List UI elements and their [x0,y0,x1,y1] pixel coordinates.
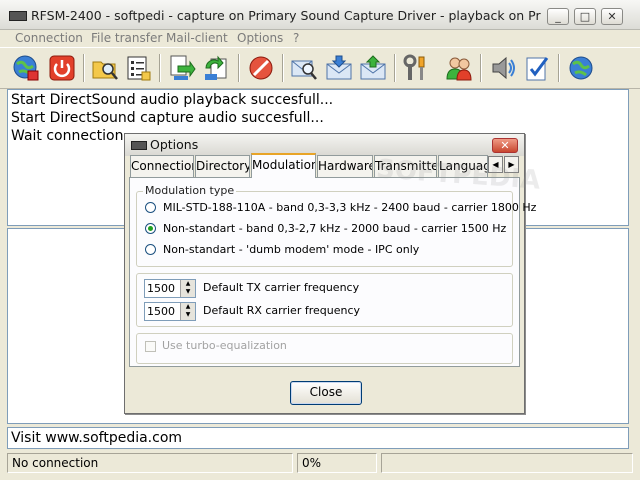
mail-send-icon[interactable] [359,54,387,82]
toolbar-separator [83,54,85,82]
log-line: Start DirectSound audio playback succesf… [11,92,334,108]
mail-receive-icon[interactable] [325,54,353,82]
tools-icon[interactable] [402,54,430,82]
app-icon [9,11,27,21]
carrier-frequency-group: 1500 ▲ ▼ Default TX carrier frequency 150… [136,273,513,327]
refresh-files-icon[interactable] [202,54,230,82]
tab-modulation[interactable]: Modulation [251,153,316,178]
dialog-titlebar: Options ✕ [125,134,524,156]
rx-frequency-spinner[interactable]: 1500 ▲ ▼ [144,302,196,321]
radio-label: MIL-STD-188-110A - band 0,3-3,3 kHz - 24… [163,201,537,214]
chat-input[interactable]: Visit www.softpedia.com [7,427,629,449]
turbo-equalization-label: Use turbo-equalization [162,339,287,352]
radio-button[interactable] [145,201,156,213]
toolbar-separator [238,54,240,82]
rx-frequency-value: 1500 [147,305,175,318]
toolbar-separator [558,54,560,82]
modulation-type-legend: Modulation type [143,184,237,197]
modulation-type-group: Modulation type MIL-STD-188-110A - band … [136,184,536,267]
tx-frequency-spinner[interactable]: 1500 ▲ ▼ [144,279,196,298]
tab-connection[interactable]: Connection [130,155,194,177]
stop-icon[interactable] [247,54,275,82]
radio-dumb-modem[interactable]: Non-standart - 'dumb modem' mode - IPC o… [145,242,419,258]
menu-help[interactable]: ? [293,30,299,46]
tx-frequency-label: Default TX carrier frequency [203,281,360,294]
toolbar-separator [282,54,284,82]
tab-hardware[interactable]: Hardware [317,155,373,177]
tx-frequency-value: 1500 [147,282,175,295]
turbo-equalization-group: Use turbo-equalization [136,333,513,364]
modulation-tab-page: Modulation type MIL-STD-188-110A - band … [129,177,536,367]
progress-status: 0% [297,453,377,473]
status-empty-cell [381,453,633,473]
menu-file-transfer[interactable]: File transfer [91,30,162,46]
power-icon[interactable] [48,54,76,82]
log-line: Start DirectSound capture audio succesfu… [11,110,324,126]
dialog-title: Options [150,137,199,152]
connection-status: No connection [7,453,293,473]
turbo-equalization-checkbox[interactable] [145,341,156,352]
radio-mil-std[interactable]: MIL-STD-188-110A - band 0,3-3,3 kHz - 24… [145,200,536,216]
rx-frequency-label: Default RX carrier frequency [203,304,361,317]
minimize-button[interactable]: _ [547,8,569,25]
menu-mail-client[interactable]: Mail-client [166,30,228,46]
radio-label: Non-standart - band 0,3-2,7 kHz - 2000 b… [163,222,507,235]
menu-connection[interactable]: Connection [15,30,83,46]
status-bar: No connection 0% [0,452,640,474]
menu-options[interactable]: Options [237,30,283,46]
tx-spinner-arrows[interactable]: ▲ ▼ [180,280,195,297]
radio-button-selected[interactable] [145,222,156,234]
window-title: RFSM-2400 - softpedi - capture on Primar… [31,8,541,23]
users-icon[interactable] [445,54,473,82]
search-mail-icon[interactable] [290,54,318,82]
close-button[interactable]: Close [290,381,362,405]
rx-spinner-arrows[interactable]: ▲ ▼ [180,303,195,320]
toolbar-separator [159,54,161,82]
window-titlebar: RFSM-2400 - softpedi - capture on Primar… [0,0,640,30]
download-file-icon[interactable] [168,54,196,82]
dialog-close-button[interactable]: ✕ [492,138,518,153]
dialog-app-icon [131,141,147,150]
tab-directory[interactable]: Directory [195,155,250,177]
checklist-icon[interactable] [523,54,551,82]
radio-button[interactable] [145,243,156,255]
radio-label: Non-standart - 'dumb modem' mode - IPC o… [163,243,420,256]
globe-connect-icon[interactable] [12,54,40,82]
toolbar-separator [394,54,396,82]
open-folder-icon[interactable] [91,54,119,82]
chat-input-value: Visit www.softpedia.com [11,430,183,446]
internet-icon[interactable] [567,54,595,82]
speaker-icon[interactable] [489,54,517,82]
window-close-button[interactable]: ✕ [601,8,623,25]
log-line: Wait connection... [11,128,137,144]
file-list-icon[interactable] [124,54,152,82]
radio-non-standart[interactable]: Non-standart - band 0,3-2,7 kHz - 2000 b… [145,221,506,237]
maximize-button[interactable]: □ [574,8,596,25]
toolbar-separator [480,54,482,82]
menu-bar: Connection File transfer Mail-client Opt… [0,30,640,46]
toolbar [0,47,640,89]
